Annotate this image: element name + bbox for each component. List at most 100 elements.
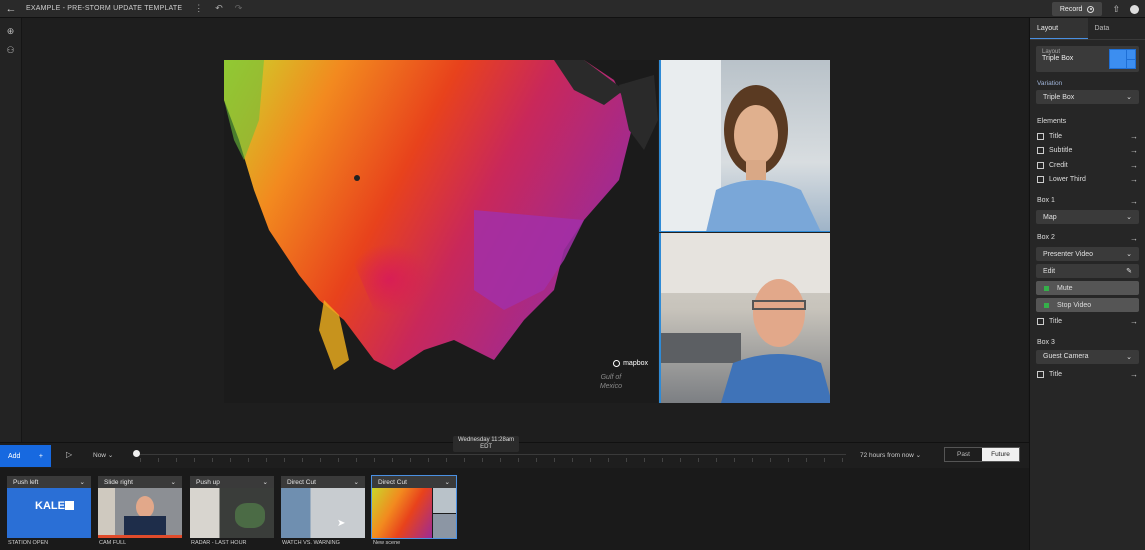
map-box[interactable]: mapbox Gulf of Mexico [224, 60, 658, 403]
tab-data[interactable]: Data [1088, 18, 1145, 39]
redo-icon[interactable]: ↷ [235, 3, 243, 14]
variation-dropdown[interactable]: Triple Box ⌄ [1036, 90, 1139, 104]
undo-icon[interactable]: ↶ [215, 3, 223, 14]
stage: mapbox Gulf of Mexico [22, 18, 1028, 442]
checkbox[interactable] [1037, 132, 1044, 140]
scene-caption: STATION OPEN [8, 540, 49, 546]
kale-logo: KALE [35, 500, 65, 512]
arrow-right-icon[interactable]: → [1130, 146, 1138, 155]
scene-card[interactable]: Push up ⌄ RADAR - LAST HOUR [190, 476, 274, 546]
scene-caption: New scene [373, 540, 401, 546]
transition-label: Direct Cut [287, 478, 316, 486]
guest-camera[interactable] [659, 233, 830, 403]
tab-layout[interactable]: Layout [1030, 18, 1088, 39]
time-line-1: Wednesday 11:28am [458, 437, 515, 443]
checkbox[interactable] [1037, 161, 1044, 169]
element-label: Credit [1049, 161, 1068, 169]
scene-strip: Push left ⌄ KALE STATION OPEN Slide right… [0, 468, 1029, 550]
add-label: Add [8, 452, 21, 460]
edit-label: Edit [1043, 267, 1056, 275]
checkbox[interactable] [1037, 147, 1044, 155]
now-dropdown[interactable]: Now ⌄ [93, 451, 113, 459]
past-button[interactable]: Past [945, 448, 982, 461]
checkbox[interactable] [1037, 176, 1044, 184]
checkbox[interactable] [1037, 317, 1044, 325]
transition-dropdown[interactable]: Slide right ⌄ [98, 476, 182, 488]
scene-card[interactable]: Direct Cut ⌄ ➤ WATCH VS. WARNING [281, 476, 365, 546]
left-toolbar: ⊕ ⚇ [0, 18, 22, 442]
box1-dropdown[interactable]: Map ⌄ [1036, 210, 1139, 224]
element-title[interactable]: Title → [1037, 129, 1138, 144]
arrow-right-icon[interactable]: → [1130, 161, 1138, 170]
thumb-radar [235, 503, 265, 528]
people-icon[interactable]: ⚇ [0, 45, 21, 56]
scene-thumbnail: KALE [7, 488, 91, 538]
element-credit[interactable]: Credit → [1037, 158, 1138, 173]
box3-label: Box 3 [1037, 338, 1055, 346]
arrow-left-icon[interactable]: ← [0, 3, 22, 15]
presenter-video[interactable] [659, 60, 830, 232]
element-subtitle[interactable]: Subtitle → [1037, 144, 1138, 159]
chevron-down-icon: ⌄ [170, 479, 176, 486]
top-bar: ← EXAMPLE - PRE-STORM UPDATE TEMPLATE ⋮ … [0, 0, 1145, 18]
scene-card[interactable]: Push left ⌄ KALE STATION OPEN [7, 476, 91, 546]
arrow-right-icon[interactable]: → [1130, 370, 1138, 379]
scene-caption: CAM FULL [99, 540, 127, 546]
cursor-icon: ➤ [337, 518, 346, 529]
mapbox-icon [613, 360, 621, 367]
add-scene-button[interactable]: Add + [0, 445, 51, 467]
arrow-right-icon[interactable]: → [1130, 175, 1138, 184]
gulf-label-line-2: Mexico [599, 383, 622, 390]
record-label: Record [1059, 5, 1083, 13]
transition-dropdown[interactable]: Push left ⌄ [7, 476, 91, 488]
logo-mark [65, 501, 74, 510]
scene-card[interactable]: Slide right ⌄ CAM FULL [98, 476, 182, 546]
hours-dropdown[interactable]: 72 hours from now ⌄ [860, 451, 921, 459]
box2-title-toggle[interactable]: Title → [1037, 314, 1138, 329]
elements-header: Elements [1037, 118, 1138, 125]
globe-icon[interactable]: ⊕ [0, 26, 21, 37]
mute-button[interactable]: Mute [1036, 281, 1139, 295]
transition-dropdown[interactable]: Direct Cut ⌄ [372, 476, 456, 488]
upload-icon[interactable]: ⇧ [1112, 4, 1120, 15]
scene-card-selected[interactable]: Direct Cut ⌄ New scene [371, 475, 457, 546]
transition-label: Push up [196, 478, 220, 486]
stop-video-button[interactable]: Stop Video [1036, 298, 1139, 312]
properties-panel: Layout Data Layout Triple Box Variation … [1029, 18, 1145, 550]
transition-dropdown[interactable]: Push up ⌄ [190, 476, 274, 488]
box1-header: Box 1 → [1037, 197, 1138, 206]
future-button[interactable]: Future [982, 448, 1019, 461]
layout-selector[interactable]: Layout Triple Box [1036, 46, 1139, 72]
box2-value: Presenter Video [1043, 250, 1094, 258]
edit-button[interactable]: Edit ✎ [1036, 264, 1139, 278]
box2-header: Box 2 → [1037, 234, 1138, 243]
play-icon[interactable]: ▷ [66, 450, 72, 459]
checkbox[interactable] [1037, 371, 1044, 379]
layout-canvas: mapbox Gulf of Mexico [224, 60, 830, 403]
arrow-right-icon[interactable]: → [1130, 197, 1138, 206]
box3-header: Box 3 [1037, 339, 1138, 346]
hours-label: 72 hours from now [860, 452, 914, 459]
record-button[interactable]: Record [1051, 2, 1103, 16]
box3-title-label: Title [1049, 371, 1062, 379]
timeline-scrubber[interactable] [133, 450, 140, 457]
arrow-right-icon[interactable]: → [1130, 317, 1138, 326]
scene-thumbnail [190, 488, 274, 538]
past-future-toggle[interactable]: Past Future [944, 447, 1020, 462]
transition-dropdown[interactable]: Direct Cut ⌄ [281, 476, 365, 488]
box3-dropdown[interactable]: Guest Camera ⌄ [1036, 349, 1139, 364]
more-vertical-icon[interactable]: ⋮ [194, 3, 203, 14]
chevron-down-icon: ⌄ [262, 479, 268, 486]
timeline-track[interactable] [136, 454, 846, 455]
mic-icon [1044, 285, 1049, 291]
page-title: EXAMPLE - PRE-STORM UPDATE TEMPLATE [26, 5, 183, 12]
transition-label: Slide right [104, 478, 133, 486]
box3-title-toggle[interactable]: Title → [1037, 368, 1138, 383]
box2-dropdown[interactable]: Presenter Video ⌄ [1036, 247, 1139, 261]
user-icon[interactable] [1130, 4, 1139, 14]
arrow-right-icon[interactable]: → [1130, 132, 1138, 141]
box2-title-label: Title [1049, 317, 1062, 325]
element-label: Subtitle [1049, 147, 1073, 155]
arrow-right-icon[interactable]: → [1130, 234, 1138, 243]
element-lower-third[interactable]: Lower Third → [1037, 173, 1138, 188]
